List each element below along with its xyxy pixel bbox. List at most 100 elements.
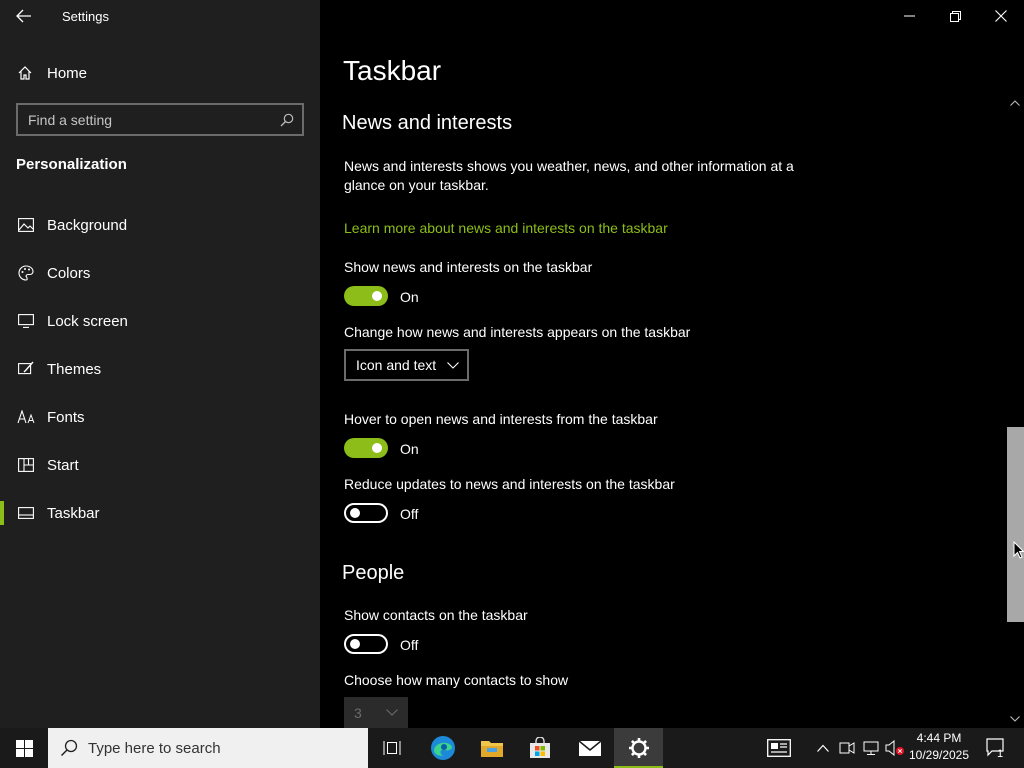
task-view-icon bbox=[383, 741, 401, 755]
app-title: Settings bbox=[62, 9, 109, 24]
close-button[interactable] bbox=[978, 0, 1024, 32]
show-news-toggle[interactable] bbox=[344, 286, 388, 306]
scrollbar-thumb[interactable] bbox=[1007, 427, 1024, 622]
meet-now-button[interactable] bbox=[836, 728, 858, 768]
minimize-button[interactable] bbox=[886, 0, 932, 32]
sidebar-item-lock-screen[interactable]: Lock screen bbox=[0, 297, 320, 345]
contacts-count-value: 3 bbox=[354, 704, 362, 721]
start-grid-icon bbox=[17, 456, 35, 474]
mouse-cursor-icon bbox=[1013, 541, 1024, 559]
gear-icon bbox=[628, 738, 649, 758]
hover-open-toggle[interactable] bbox=[344, 438, 388, 458]
settings-sidebar: Settings Home Personalization Background bbox=[0, 0, 320, 728]
appearance-dropdown[interactable]: Icon and text bbox=[344, 349, 469, 381]
sidebar-item-label: Taskbar bbox=[47, 504, 100, 522]
sidebar-item-colors[interactable]: Colors bbox=[0, 249, 320, 297]
sidebar-item-label: Background bbox=[47, 216, 128, 234]
start-button[interactable] bbox=[0, 728, 48, 768]
toggle-knob bbox=[372, 443, 382, 453]
toggle-knob bbox=[350, 508, 360, 518]
news-and-interests-button[interactable] bbox=[760, 728, 798, 768]
show-news-label: Show news and interests on the taskbar bbox=[344, 259, 593, 275]
section-label-personalization: Personalization bbox=[16, 156, 127, 173]
system-clock[interactable]: 4:44 PM 10/29/2025 bbox=[905, 730, 973, 764]
action-center-button[interactable]: 1 bbox=[978, 728, 1016, 768]
show-contacts-state: Off bbox=[400, 637, 419, 653]
search-icon bbox=[60, 739, 78, 757]
show-news-state: On bbox=[400, 289, 419, 305]
search-icon[interactable] bbox=[272, 105, 302, 134]
home-label: Home bbox=[47, 64, 88, 82]
sidebar-item-label: Fonts bbox=[47, 408, 85, 426]
taskbar-icon bbox=[17, 504, 35, 522]
find-setting-input[interactable] bbox=[18, 111, 272, 128]
back-arrow-icon bbox=[16, 9, 31, 23]
toggle-knob bbox=[350, 639, 360, 649]
appearance-label: Change how news and interests appears on… bbox=[344, 324, 691, 340]
chevron-down-icon bbox=[447, 361, 459, 369]
edge-browser-icon bbox=[431, 736, 455, 760]
themes-brush-icon bbox=[17, 360, 35, 378]
news-description: News and interests shows you weather, ne… bbox=[344, 158, 794, 193]
reduce-updates-state: Off bbox=[400, 506, 419, 522]
back-button[interactable] bbox=[8, 0, 40, 32]
sidebar-item-background[interactable]: Background bbox=[0, 201, 320, 249]
show-hidden-icons-button[interactable] bbox=[812, 728, 834, 768]
meet-now-icon bbox=[839, 742, 855, 754]
sidebar-item-start[interactable]: Start bbox=[0, 441, 320, 489]
page-title: Taskbar bbox=[343, 55, 442, 86]
microsoft-store-button[interactable] bbox=[516, 728, 564, 768]
appearance-dropdown-value: Icon and text bbox=[356, 357, 437, 373]
sidebar-item-label: Themes bbox=[47, 360, 102, 378]
show-contacts-label: Show contacts on the taskbar bbox=[344, 607, 528, 623]
palette-icon bbox=[17, 264, 35, 282]
clock-date: 10/29/2025 bbox=[908, 748, 970, 762]
taskbar-search-input[interactable] bbox=[78, 739, 368, 757]
restore-button[interactable] bbox=[932, 0, 978, 32]
sidebar-item-themes[interactable]: Themes bbox=[0, 345, 320, 393]
sidebar-item-label: Colors bbox=[47, 264, 91, 282]
contacts-count-label: Choose how many contacts to show bbox=[344, 672, 569, 688]
chevron-down-icon bbox=[1010, 716, 1020, 722]
news-and-interests-heading: News and interests bbox=[342, 112, 513, 134]
taskbar-settings-page: Taskbar News and interests News and inte… bbox=[320, 0, 1024, 728]
lock-screen-icon bbox=[17, 312, 35, 330]
picture-icon bbox=[17, 216, 35, 234]
show-contacts-toggle[interactable] bbox=[344, 634, 388, 654]
home-icon bbox=[18, 66, 32, 80]
toggle-knob bbox=[372, 291, 382, 301]
chevron-up-icon bbox=[817, 744, 829, 752]
hover-open-label: Hover to open news and interests from th… bbox=[344, 411, 658, 427]
learn-more-link[interactable]: Learn more about news and interests on t… bbox=[344, 220, 668, 236]
sidebar-item-taskbar[interactable]: Taskbar bbox=[0, 489, 320, 537]
scroll-down-button[interactable] bbox=[1006, 712, 1024, 726]
network-button[interactable] bbox=[860, 728, 882, 768]
people-heading: People bbox=[342, 562, 405, 584]
home-nav-item[interactable]: Home bbox=[0, 56, 320, 90]
store-bag-icon bbox=[530, 737, 550, 758]
mail-button[interactable] bbox=[566, 728, 614, 768]
edge-browser-button[interactable] bbox=[418, 728, 468, 768]
volume-muted-icon bbox=[885, 740, 904, 756]
personalization-nav-list: Background Colors Lock screen Themes Fon… bbox=[0, 201, 320, 537]
chevron-up-icon bbox=[1010, 100, 1020, 106]
taskbar-search-box[interactable] bbox=[48, 728, 368, 768]
file-explorer-button[interactable] bbox=[468, 728, 516, 768]
task-view-button[interactable] bbox=[368, 728, 416, 768]
restore-icon bbox=[949, 10, 961, 22]
settings-taskbar-button[interactable] bbox=[614, 728, 663, 768]
windows-logo-icon bbox=[15, 739, 33, 757]
close-icon bbox=[995, 10, 1007, 22]
scroll-up-button[interactable] bbox=[1006, 96, 1024, 110]
reduce-updates-label: Reduce updates to news and interests on … bbox=[344, 476, 675, 492]
volume-button[interactable] bbox=[884, 728, 906, 768]
reduce-updates-toggle[interactable] bbox=[344, 503, 388, 523]
sidebar-item-fonts[interactable]: Fonts bbox=[0, 393, 320, 441]
news-icon bbox=[767, 739, 791, 757]
find-setting-search[interactable] bbox=[16, 103, 304, 136]
mail-envelope-icon bbox=[578, 740, 602, 756]
windows-taskbar: 4:44 PM 10/29/2025 1 bbox=[0, 728, 1024, 768]
folder-icon bbox=[481, 741, 503, 757]
contacts-count-dropdown[interactable]: 3 bbox=[344, 697, 408, 728]
hover-open-state: On bbox=[400, 441, 419, 457]
